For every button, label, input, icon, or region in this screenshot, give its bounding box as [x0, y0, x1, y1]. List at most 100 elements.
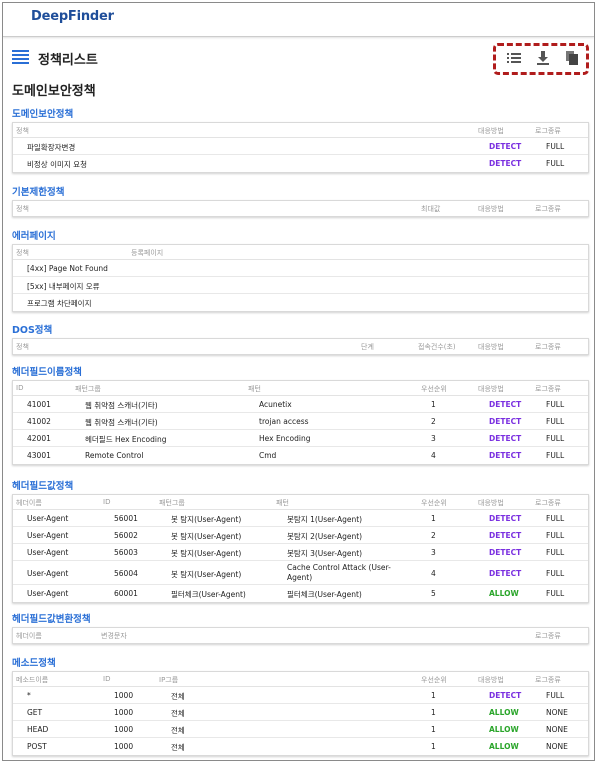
cell: 봇 탐지(User-Agent)	[171, 570, 242, 579]
cell: 1	[431, 691, 436, 700]
col-header: 우선순위	[421, 385, 447, 393]
section-header-value-change: 헤더필드값변환정책 헤더이름 변경문자 로그종류	[12, 613, 589, 644]
table-row[interactable]: User-Agent 56004 봇 탐지(User-Agent) Cache …	[13, 561, 588, 585]
cell: 1000	[114, 708, 134, 717]
list-icon[interactable]	[506, 51, 522, 65]
cell: 봇 탐지(User-Agent)	[171, 549, 242, 558]
cell: 프로그램 차단페이지	[27, 299, 92, 308]
cell: 3	[431, 434, 436, 443]
table-row[interactable]: [5xx] 내부페이지 오류	[13, 277, 588, 294]
table-row[interactable]: POST 1000 전체 1 ALLOW NONE	[13, 738, 588, 755]
section-error-page: 에러페이지 정책 등록페이지 [4xx] Page Not Found [5xx…	[12, 230, 589, 312]
table-row[interactable]: * 1000 전체 1 DETECT FULL	[13, 687, 588, 704]
table-row[interactable]: 파일확장자변경 DETECT FULL	[13, 138, 588, 155]
cell: NONE	[546, 708, 568, 717]
cell: User-Agent	[27, 531, 69, 540]
cell: 봇탐지 2(User-Agent)	[287, 532, 363, 541]
table-row[interactable]: User-Agent 56001 봇 탐지(User-Agent) 봇탐지 1(…	[13, 510, 588, 527]
action-badge: DETECT	[489, 691, 522, 700]
table-row[interactable]: User-Agent 56003 봇 탐지(User-Agent) 봇탐지 3(…	[13, 544, 588, 561]
action-badge: ALLOW	[489, 589, 519, 598]
cell: Cache Control Attack (User-Agent)	[287, 563, 391, 582]
table-header: 정책 등록페이지	[13, 245, 588, 260]
main-title: 도메인보안정책	[12, 84, 96, 99]
cell: [4xx] Page Not Found	[27, 264, 108, 273]
cell: 56002	[114, 531, 138, 540]
page-header: 정책리스트	[3, 41, 594, 77]
cell: 봇 탐지(User-Agent)	[171, 532, 242, 541]
cell: 헤더필드 Hex Encoding	[85, 435, 167, 444]
table-header: 정책 대응방법 로그종류	[13, 123, 588, 138]
cell: FULL	[546, 142, 565, 151]
table-row[interactable]: 41002 웹 취약점 스캐너(기타) trojan access 2 DETE…	[13, 413, 588, 430]
cell: 전체	[171, 743, 185, 752]
section-header-value: 헤더필드값정책 헤더이름 ID 패턴그룹 패턴 우선순위 대응방법 로그종류 U…	[12, 480, 589, 603]
col-header: 우선순위	[421, 676, 447, 684]
download-icon[interactable]	[535, 51, 551, 65]
cell: Acunetix	[259, 400, 292, 409]
action-badge: DETECT	[489, 569, 522, 578]
table-row[interactable]: [4xx] Page Not Found	[13, 260, 588, 277]
cell: 60001	[114, 589, 138, 598]
cell: 2	[431, 417, 436, 426]
cell: 봇 탐지(User-Agent)	[171, 515, 242, 524]
cell: 봇탐지 1(User-Agent)	[287, 515, 363, 524]
col-header: 로그종류	[535, 127, 561, 135]
copy-icon[interactable]	[564, 51, 580, 65]
app-logo[interactable]: DeepFinder	[31, 9, 114, 24]
cell: 파일확장자변경	[27, 143, 76, 152]
action-badge: DETECT	[489, 531, 522, 540]
cell: 1000	[114, 691, 134, 700]
table-row[interactable]: GET 1000 전체 1 ALLOW NONE	[13, 704, 588, 721]
cell: FULL	[546, 434, 565, 443]
col-header: 접속건수(초)	[418, 343, 456, 351]
col-header: 최대값	[421, 205, 441, 213]
cell: FULL	[546, 589, 565, 598]
section-title: 헤더필드값정책	[12, 481, 74, 492]
cell: GET	[27, 708, 43, 717]
col-header: 패턴그룹	[159, 499, 185, 507]
cell: 41002	[27, 417, 51, 426]
section-title: 에러페이지	[12, 231, 56, 242]
col-header: ID	[16, 384, 24, 392]
action-badge: ALLOW	[489, 725, 519, 734]
hamburger-menu-icon[interactable]	[12, 50, 29, 65]
cell: 56004	[114, 569, 138, 578]
cell: 전체	[171, 692, 185, 701]
table-row[interactable]: User-Agent 60001 필터체크(User-Agent) 필터체크(U…	[13, 585, 588, 602]
table-row[interactable]: 43001 Remote Control Cmd 4 DETECT FULL	[13, 447, 588, 464]
action-badge: DETECT	[489, 514, 522, 523]
cell: HEAD	[27, 725, 49, 734]
col-header: 패턴그룹	[75, 385, 101, 393]
action-badge: DETECT	[489, 400, 522, 409]
cell: User-Agent	[27, 514, 69, 523]
col-header: 대응방법	[478, 343, 504, 351]
col-header: 대응방법	[478, 205, 504, 213]
cell: 4	[431, 569, 436, 578]
cell: 56003	[114, 548, 138, 557]
section-basic-limit: 기본제한정책 정책 최대값 대응방법 로그종류	[12, 186, 589, 217]
table-row[interactable]: 비정상 이미지 요청 DETECT FULL	[13, 155, 588, 172]
cell: NONE	[546, 742, 568, 751]
cell: Remote Control	[85, 451, 144, 460]
table-header: ID 패턴그룹 패턴 우선순위 대응방법 로그종류	[13, 381, 588, 396]
table-row[interactable]: HEAD 1000 전체 1 ALLOW NONE	[13, 721, 588, 738]
section-header-name: 헤더필드이름정책 ID 패턴그룹 패턴 우선순위 대응방법 로그종류 41001…	[12, 366, 589, 465]
col-header: 우선순위	[421, 499, 447, 507]
cell: User-Agent	[27, 569, 69, 578]
table-row[interactable]: 41001 웹 취약점 스캐너(기타) Acunetix 1 DETECT FU…	[13, 396, 588, 413]
action-badge: DETECT	[489, 548, 522, 557]
cell: 전체	[171, 726, 185, 735]
table-row[interactable]: 프로그램 차단페이지	[13, 294, 588, 311]
cell: 1	[431, 742, 436, 751]
col-header: 로그종류	[535, 343, 561, 351]
cell: 웹 취약점 스캐너(기타)	[85, 401, 158, 410]
col-header: ID	[103, 675, 111, 683]
col-header: 대응방법	[478, 127, 504, 135]
page-title: 정책리스트	[38, 53, 98, 68]
cell: 3	[431, 548, 436, 557]
table-row[interactable]: 42001 헤더필드 Hex Encoding Hex Encoding 3 D…	[13, 430, 588, 447]
cell: Cmd	[259, 451, 277, 460]
cell: *	[27, 691, 31, 700]
table-row[interactable]: User-Agent 56002 봇 탐지(User-Agent) 봇탐지 2(…	[13, 527, 588, 544]
